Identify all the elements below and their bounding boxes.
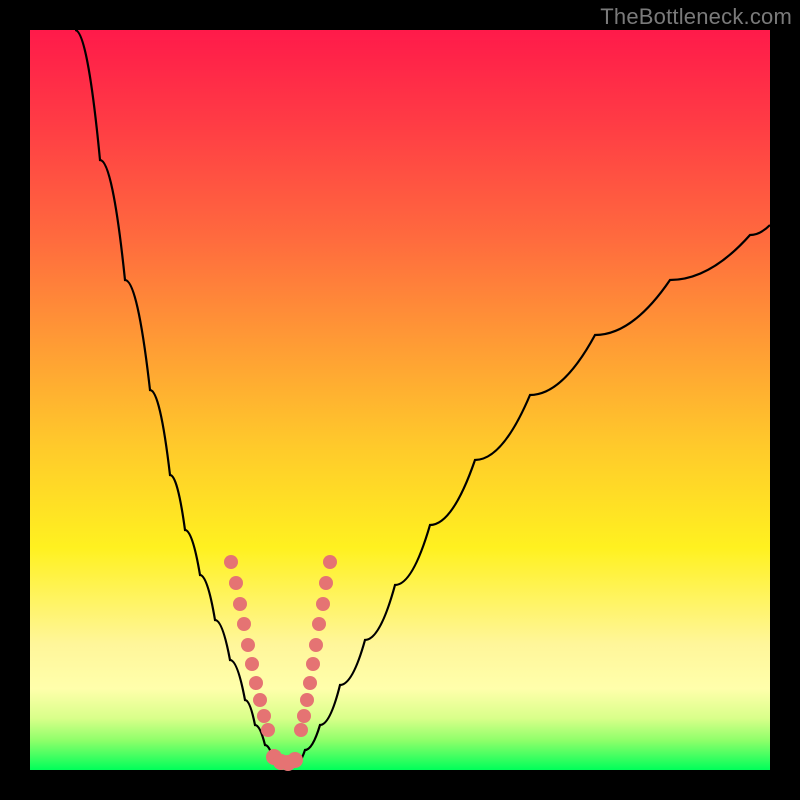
- bottleneck-curve-svg: [30, 30, 770, 770]
- marker-dot: [253, 693, 267, 707]
- curve-left-branch: [75, 30, 280, 765]
- marker-dot: [323, 555, 337, 569]
- watermark-text: TheBottleneck.com: [600, 4, 792, 30]
- marker-dot: [312, 617, 326, 631]
- markers-left-group: [224, 555, 275, 737]
- marker-dot: [300, 693, 314, 707]
- marker-dot: [294, 723, 308, 737]
- marker-dot: [297, 709, 311, 723]
- marker-dot: [257, 709, 271, 723]
- curve-right-branch: [295, 225, 770, 765]
- markers-right-group: [294, 555, 337, 737]
- marker-dot: [319, 576, 333, 590]
- marker-dot: [229, 576, 243, 590]
- marker-dot: [237, 617, 251, 631]
- marker-dot: [241, 638, 255, 652]
- marker-dot: [287, 752, 303, 768]
- marker-dot: [224, 555, 238, 569]
- marker-dot: [309, 638, 323, 652]
- marker-dot: [306, 657, 320, 671]
- marker-dot: [245, 657, 259, 671]
- markers-bottom-cluster: [266, 749, 303, 771]
- marker-dot: [261, 723, 275, 737]
- marker-dot: [249, 676, 263, 690]
- marker-dot: [316, 597, 330, 611]
- marker-dot: [303, 676, 317, 690]
- chart-frame: [30, 30, 770, 770]
- marker-dot: [233, 597, 247, 611]
